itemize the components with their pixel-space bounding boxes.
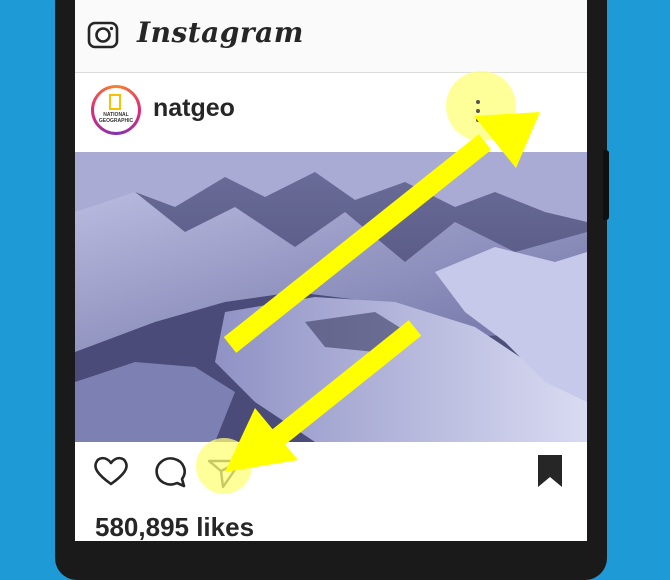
share-highlight — [196, 438, 252, 494]
natgeo-logo-icon — [109, 94, 121, 110]
camera-icon[interactable] — [87, 18, 119, 50]
phone-side-button — [603, 150, 609, 220]
post-actions-bar — [75, 443, 587, 503]
heart-icon[interactable] — [91, 451, 131, 491]
post-username[interactable]: natgeo — [153, 94, 235, 123]
more-vertical-icon[interactable] — [468, 96, 488, 126]
instagram-logo: Instagram — [137, 16, 304, 49]
avatar[interactable]: NATIONAL GEOGRAPHIC — [91, 85, 141, 135]
post-image[interactable] — [75, 152, 587, 442]
app-header: Instagram — [75, 0, 587, 73]
instagram-screen: Instagram NATIONAL GEOGRAPHIC natgeo 580… — [75, 0, 587, 541]
bookmark-icon[interactable] — [530, 451, 570, 491]
comment-icon[interactable] — [149, 451, 189, 491]
avatar-logo-text: NATIONAL GEOGRAPHIC — [98, 112, 134, 124]
avatar-image: NATIONAL GEOGRAPHIC — [94, 88, 138, 132]
snow-mountain-photo — [75, 152, 587, 442]
likes-count[interactable]: 580,895 likes — [95, 512, 254, 541]
